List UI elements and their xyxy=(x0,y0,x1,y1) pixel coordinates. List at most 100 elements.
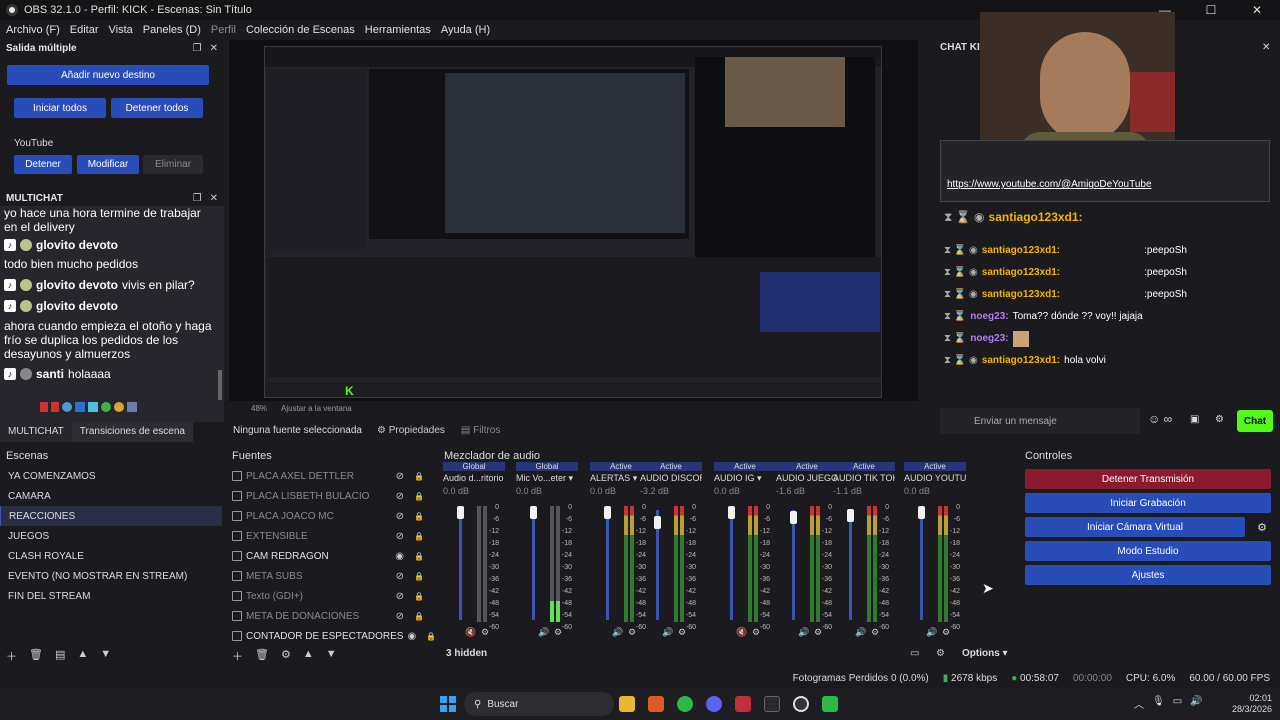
channel-settings-icon[interactable]: ⚙ xyxy=(871,627,879,638)
volume-icon[interactable]: 🔊 xyxy=(1190,696,1202,711)
emoji-icon[interactable]: ☺ ∞ xyxy=(1148,412,1172,426)
close-icon[interactable]: ✕ xyxy=(1234,0,1280,20)
discord-icon[interactable] xyxy=(706,696,722,712)
fader-handle[interactable] xyxy=(847,509,854,523)
volume-fader[interactable] xyxy=(459,510,462,620)
eye-hidden-icon[interactable]: ⊘ xyxy=(396,571,404,582)
lock-icon[interactable]: 🔒 xyxy=(426,632,436,641)
eye-hidden-icon[interactable]: ⊘ xyxy=(396,511,404,522)
virtual-camera-settings-icon[interactable]: ⚙ xyxy=(1252,517,1272,537)
scene-item[interactable]: JUEGOS xyxy=(0,526,222,546)
app-icon[interactable] xyxy=(822,696,838,712)
scene-item[interactable]: EVENTO (NO MOSTRAR EN STREAM) xyxy=(0,566,222,586)
channel-name[interactable]: AUDIO IG ▾ xyxy=(714,473,776,484)
lock-icon[interactable]: 🔒 xyxy=(414,552,424,561)
add-icon[interactable]: ＋ xyxy=(232,648,243,664)
chat-send-button[interactable]: Chat xyxy=(1237,410,1273,432)
fader-handle[interactable] xyxy=(728,506,735,519)
stop-stream-button[interactable]: Detener Transmisión xyxy=(1025,469,1271,489)
menu-coleccion[interactable]: Colección de Escenas xyxy=(246,24,355,36)
channel-name[interactable]: AUDIO DISCORD ▾ xyxy=(640,473,702,484)
source-item[interactable]: Texto (GDI+) ⊘ 🔒 xyxy=(228,586,434,606)
filter-icon[interactable]: ▤ xyxy=(55,648,65,664)
network-icon[interactable]: ▭ xyxy=(1173,696,1182,711)
settings-button[interactable]: Ajustes xyxy=(1025,565,1271,585)
lock-icon[interactable]: 🔒 xyxy=(414,592,424,601)
windows-start-icon[interactable] xyxy=(440,696,456,712)
menu-ayuda[interactable]: Ayuda (H) xyxy=(441,24,490,36)
taskbar-search[interactable]: ⚲ Buscar xyxy=(464,692,614,716)
eye-hidden-icon[interactable]: ⊘ xyxy=(396,491,404,502)
eye-hidden-icon[interactable]: ⊘ xyxy=(396,591,404,602)
speaker-icon[interactable]: 🔊 xyxy=(798,627,809,638)
float-icon[interactable]: ❐ xyxy=(193,193,202,204)
add-destination-button[interactable]: Añadir nuevo destino xyxy=(7,65,209,85)
emote-icon[interactable] xyxy=(40,402,48,412)
fit-window[interactable]: Ajustar a la ventana xyxy=(281,404,352,413)
delete-button[interactable]: Eliminar xyxy=(143,155,203,174)
source-item[interactable]: PLACA AXEL DETTLER ⊘ 🔒 xyxy=(228,466,434,486)
modify-button[interactable]: Modificar xyxy=(77,155,139,174)
volume-fader[interactable] xyxy=(792,510,795,620)
mic-icon[interactable]: 🎙 xyxy=(1152,696,1165,711)
eye-hidden-icon[interactable]: ⊘ xyxy=(396,471,404,482)
source-item[interactable]: META DE DONACIONES ⊘ 🔒 xyxy=(228,606,434,626)
channel-settings-icon[interactable]: ⚙ xyxy=(752,627,760,638)
start-all-button[interactable]: Iniciar todos xyxy=(14,98,106,118)
eye-hidden-icon[interactable]: ⊘ xyxy=(396,611,404,622)
scene-item[interactable]: CAMARA xyxy=(0,486,222,506)
properties-button[interactable]: ⚙ Propiedades xyxy=(369,421,453,440)
speaker-icon[interactable]: 🔊 xyxy=(662,627,673,638)
tab-transiciones[interactable]: Transiciones de escena xyxy=(71,422,193,442)
options-button[interactable]: Options ▾ xyxy=(962,648,1008,659)
channel-name[interactable]: AUDIO JUEGOS ▾ xyxy=(776,473,838,484)
volume-fader[interactable] xyxy=(532,510,535,620)
lock-icon[interactable]: 🔒 xyxy=(414,532,424,541)
down-icon[interactable]: ▼ xyxy=(326,648,337,664)
whatsapp-icon[interactable] xyxy=(677,696,693,712)
chat-input[interactable]: Enviar un mensaje xyxy=(940,408,1140,434)
menu-archivo[interactable]: Archivo (F) xyxy=(6,24,60,36)
speaker-icon[interactable]: 🔊 xyxy=(855,627,866,638)
menu-editar[interactable]: Editar xyxy=(70,24,99,36)
app-icon[interactable] xyxy=(764,696,780,712)
emote-icon[interactable] xyxy=(101,402,111,412)
channel-settings-icon[interactable]: ⚙ xyxy=(678,627,686,638)
channel-name[interactable]: Mic Vo...eter ▾ xyxy=(516,473,578,484)
channel-settings-icon[interactable]: ⚙ xyxy=(814,627,822,638)
chevron-up-icon[interactable]: ︿ xyxy=(1134,696,1144,711)
studio-mode-button[interactable]: Modo Estudio xyxy=(1025,541,1271,561)
store-icon[interactable]: ▣ xyxy=(1190,414,1199,425)
pinned-link[interactable]: https://www.youtube.com/@AmigoDeYouTube xyxy=(947,179,1152,190)
float-icon[interactable]: ❐ xyxy=(193,43,202,54)
fader-handle[interactable] xyxy=(654,515,661,529)
emote-icon[interactable] xyxy=(62,402,72,412)
stop-all-button[interactable]: Detener todos xyxy=(111,98,203,118)
mixer-layout-icon[interactable]: ▭ xyxy=(910,648,919,659)
fader-handle[interactable] xyxy=(530,506,537,519)
channel-name[interactable]: AUDIO YOUTUBE ▾ xyxy=(904,473,966,484)
brave-icon[interactable] xyxy=(648,696,664,712)
menu-herramientas[interactable]: Herramientas xyxy=(365,24,431,36)
eye-icon[interactable]: ◉ xyxy=(395,551,404,562)
stop-destination-button[interactable]: Detener xyxy=(14,155,72,174)
volume-fader[interactable] xyxy=(606,510,609,620)
fader-handle[interactable] xyxy=(604,506,611,519)
down-icon[interactable]: ▼ xyxy=(100,648,111,664)
speaker-icon[interactable]: 🔊 xyxy=(612,627,623,638)
muted-speaker-icon[interactable]: 🔇 xyxy=(736,627,747,638)
volume-fader[interactable] xyxy=(920,510,923,620)
eye-icon[interactable]: ◉ xyxy=(407,631,416,642)
speaker-icon[interactable]: 🔊 xyxy=(926,627,937,638)
zoom-level[interactable]: 48% xyxy=(251,404,267,413)
channel-settings-icon[interactable]: ⚙ xyxy=(554,627,562,638)
lock-icon[interactable]: 🔒 xyxy=(414,512,424,521)
obs-taskbar-icon[interactable] xyxy=(793,696,809,712)
scrollbar[interactable] xyxy=(218,370,222,400)
channel-settings-icon[interactable]: ⚙ xyxy=(481,627,489,638)
emote-icon[interactable] xyxy=(51,402,59,412)
lock-icon[interactable]: 🔒 xyxy=(414,612,424,621)
app-icon[interactable] xyxy=(735,696,751,712)
add-icon[interactable]: ＋ xyxy=(6,648,17,664)
menu-perfil[interactable]: Perfil xyxy=(211,24,236,36)
